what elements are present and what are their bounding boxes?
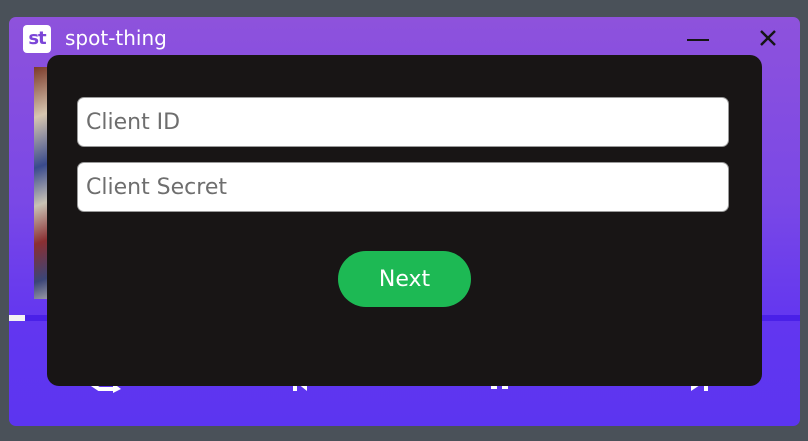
- minimize-icon: [687, 39, 709, 41]
- credentials-dialog: Next: [47, 55, 762, 386]
- client-secret-input[interactable]: [77, 162, 729, 212]
- close-button[interactable]: [751, 23, 785, 53]
- client-id-input[interactable]: [77, 97, 729, 147]
- app-logo: st: [23, 25, 51, 53]
- next-button[interactable]: Next: [338, 251, 471, 307]
- close-icon: [760, 30, 776, 46]
- minimize-button[interactable]: [681, 23, 715, 53]
- app-title: spot-thing: [65, 26, 167, 50]
- progress-fill: [9, 315, 25, 321]
- title-bar[interactable]: st spot-thing: [9, 17, 800, 57]
